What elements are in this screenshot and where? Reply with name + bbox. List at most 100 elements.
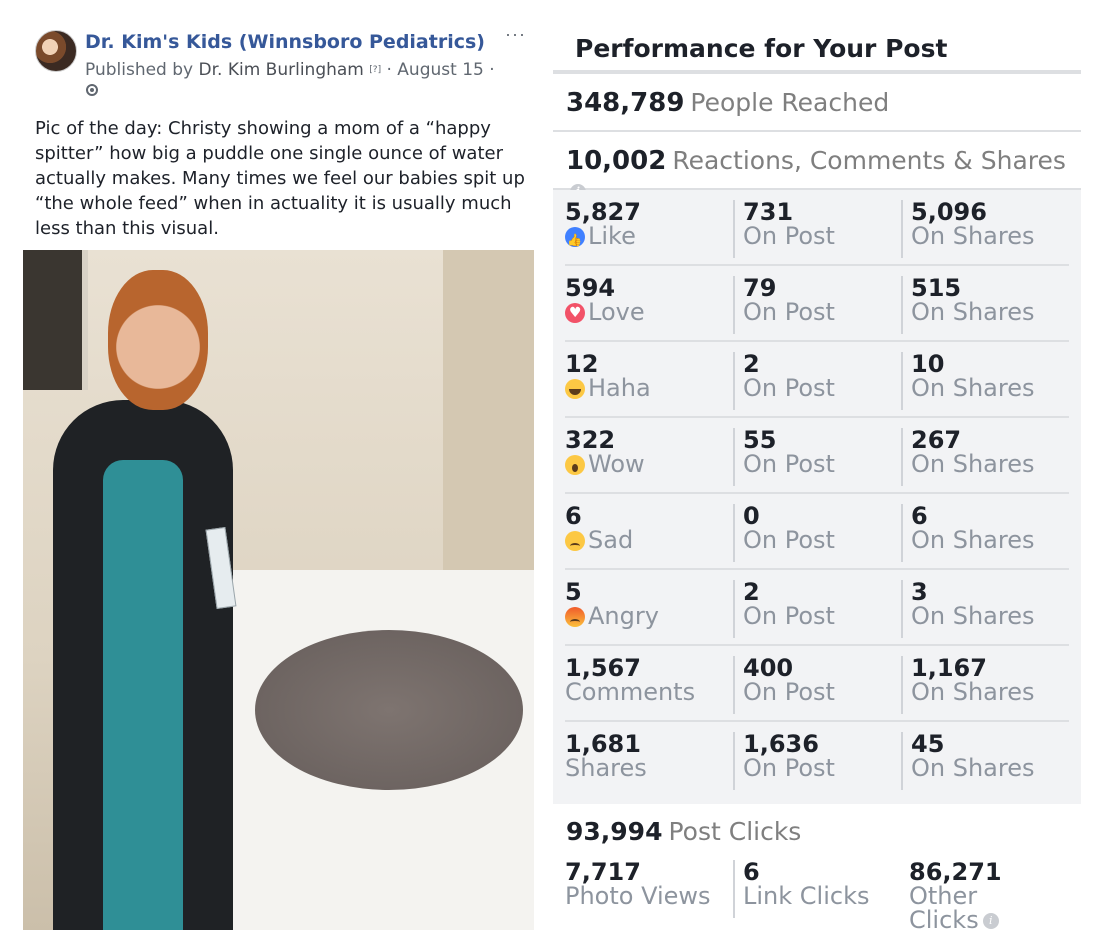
post-performance-panel: Performance for Your Post 348,789 People … xyxy=(553,30,1081,940)
reaction-row-haha: 12 Haha 2 On Post 10 On Shares xyxy=(565,342,1069,418)
angry-icon xyxy=(565,607,585,627)
water-puddle xyxy=(255,630,523,790)
link-clicks-label: Link Clicks xyxy=(743,882,870,910)
wow-total: 322 xyxy=(565,426,616,454)
other-clicks-value: 86,271 xyxy=(909,858,1002,886)
reach-value: 348,789 xyxy=(566,88,685,118)
shares-total: 1,681 xyxy=(565,730,641,758)
haha-on-shares-label: On Shares xyxy=(911,374,1035,402)
facebook-post: Dr. Kim's Kids (Winnsboro Pediatrics) ··… xyxy=(0,0,545,950)
reactions-grid: 5,827Like 731On Post 5,096On Shares 594L… xyxy=(553,190,1081,804)
published-by-label: Published by xyxy=(85,60,194,80)
shares-on-post-label: On Post xyxy=(743,754,835,782)
post-clicks-value: 93,994 xyxy=(566,817,663,846)
reach-label: People Reached xyxy=(690,88,890,117)
comments-row: 1,567 Comments 400 On Post 1,167 On Shares xyxy=(565,646,1069,722)
post-text: Pic of the day: Christy showing a mom of… xyxy=(35,118,525,239)
like-on-post: 731 xyxy=(743,198,794,226)
link-clicks-value: 6 xyxy=(743,858,760,886)
sad-on-post: 0 xyxy=(743,502,760,530)
sad-on-shares-label: On Shares xyxy=(911,526,1035,554)
wall-frame xyxy=(23,250,88,390)
love-total: 594 xyxy=(565,274,616,302)
angry-on-post: 2 xyxy=(743,578,760,606)
page-name-link[interactable]: Dr. Kim's Kids (Winnsboro Pediatrics) xyxy=(85,31,485,53)
photo-views-label: Photo Views xyxy=(565,882,711,910)
other-clicks-label-line1: Other xyxy=(909,882,978,910)
more-options-icon[interactable]: ··· xyxy=(505,24,526,45)
wow-icon xyxy=(565,455,585,475)
love-label: Love xyxy=(588,298,645,326)
wow-on-post-label: On Post xyxy=(743,450,835,478)
comments-on-shares: 1,167 xyxy=(911,654,987,682)
comments-on-post: 400 xyxy=(743,654,794,682)
haha-icon xyxy=(565,379,585,399)
shares-label: Shares xyxy=(565,754,647,782)
sad-label: Sad xyxy=(588,526,634,554)
love-on-post-label: On Post xyxy=(743,298,835,326)
info-icon[interactable]: i xyxy=(982,913,999,929)
engagement-value: 10,002 xyxy=(566,146,667,176)
angry-on-shares: 3 xyxy=(911,578,928,606)
reaction-row-wow: 322 Wow 55 On Post 267 On Shares xyxy=(565,418,1069,494)
reaction-row-sad: 6 Sad 0 On Post 6 On Shares xyxy=(565,494,1069,570)
engagement-label: Reactions, Comments & Shares xyxy=(672,146,1066,175)
post-clicks-summary: 93,994 Post Clicks xyxy=(566,817,801,846)
love-on-post: 79 xyxy=(743,274,777,302)
post-clicks-label: Post Clicks xyxy=(668,817,802,846)
sad-on-shares: 6 xyxy=(911,502,928,530)
author-link[interactable]: Dr. Kim Burlingham xyxy=(199,60,364,80)
post-date[interactable]: · August 15 · xyxy=(387,60,495,80)
love-on-shares-label: On Shares xyxy=(911,298,1035,326)
panel-title: Performance for Your Post xyxy=(575,34,948,63)
other-clicks-label-line2: Clicks xyxy=(909,906,979,934)
wow-on-shares-label: On Shares xyxy=(911,450,1035,478)
comments-total: 1,567 xyxy=(565,654,641,682)
author-hint-icon[interactable]: [?] xyxy=(369,65,381,75)
like-on-shares: 5,096 xyxy=(911,198,987,226)
shares-on-post: 1,636 xyxy=(743,730,819,758)
globe-icon xyxy=(86,84,98,96)
post-photo[interactable] xyxy=(23,250,534,930)
angry-label: Angry xyxy=(588,602,659,630)
sad-total: 6 xyxy=(565,502,582,530)
like-on-post-label: On Post xyxy=(743,222,835,250)
like-total: 5,827 xyxy=(565,198,641,226)
wow-on-post: 55 xyxy=(743,426,777,454)
like-on-shares-label: On Shares xyxy=(911,222,1035,250)
engagement-summary: 10,002Reactions, Comments & Sharesi xyxy=(553,134,1081,200)
haha-on-post-label: On Post xyxy=(743,374,835,402)
wall-corner xyxy=(443,250,534,580)
reaction-row-like: 5,827Like 731On Post 5,096On Shares xyxy=(565,190,1069,266)
like-label: Like xyxy=(588,222,636,250)
like-icon xyxy=(565,227,585,252)
wow-label: Wow xyxy=(588,450,645,478)
comments-on-post-label: On Post xyxy=(743,678,835,706)
post-meta: Published by Dr. Kim Burlingham [?] · Au… xyxy=(85,60,495,80)
reach-summary: 348,789 People Reached xyxy=(553,76,1081,132)
comments-label: Comments xyxy=(565,678,696,706)
reaction-row-angry: 5 Angry 2 On Post 3 On Shares xyxy=(565,570,1069,646)
divider xyxy=(553,70,1081,74)
photo-views-value: 7,717 xyxy=(565,858,641,886)
reaction-row-love: 594Love 79On Post 515On Shares xyxy=(565,266,1069,342)
angry-on-shares-label: On Shares xyxy=(911,602,1035,630)
wow-on-shares: 267 xyxy=(911,426,962,454)
post-clicks-breakdown: 7,717 Photo Views 6 Link Clicks 86,271 Othe… xyxy=(565,858,1069,938)
angry-total: 5 xyxy=(565,578,582,606)
shares-on-shares-label: On Shares xyxy=(911,754,1035,782)
haha-on-shares: 10 xyxy=(911,350,945,378)
haha-on-post: 2 xyxy=(743,350,760,378)
angry-on-post-label: On Post xyxy=(743,602,835,630)
haha-label: Haha xyxy=(588,374,651,402)
shares-row: 1,681 Shares 1,636 On Post 45 On Shares xyxy=(565,722,1069,798)
sad-on-post-label: On Post xyxy=(743,526,835,554)
love-on-shares: 515 xyxy=(911,274,962,302)
comments-on-shares-label: On Shares xyxy=(911,678,1035,706)
person-scrubs xyxy=(103,460,183,930)
sad-icon xyxy=(565,531,585,551)
shares-on-shares: 45 xyxy=(911,730,945,758)
haha-total: 12 xyxy=(565,350,599,378)
page-avatar[interactable] xyxy=(35,30,77,72)
person-head xyxy=(108,270,208,410)
